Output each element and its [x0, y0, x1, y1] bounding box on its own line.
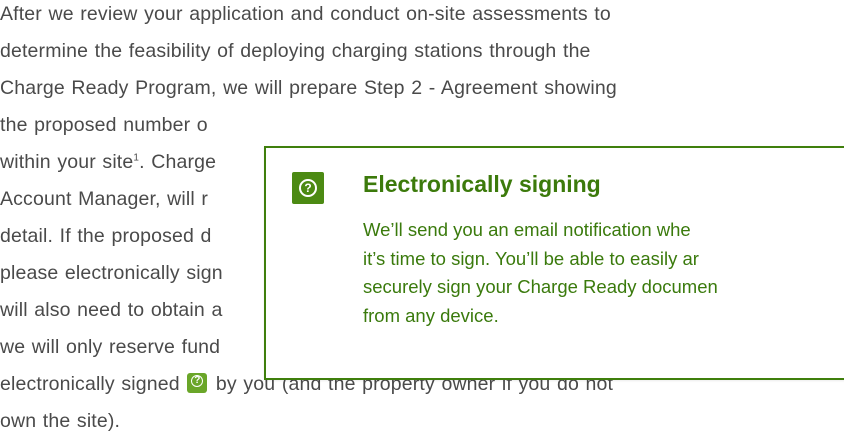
tooltip-line: from any device. [363, 304, 499, 326]
paragraph-line: the proposed number o [0, 114, 208, 136]
tooltip-title: Electronically signing [363, 171, 601, 197]
paragraph-line: After we review your application and con… [0, 3, 611, 25]
question-circle-icon [292, 172, 324, 204]
paragraph-line: determine the feasibility of deploying c… [0, 40, 591, 62]
question-circle-icon[interactable] [187, 373, 208, 393]
tooltip-line: it’s time to sign. You’ll be able to eas… [363, 247, 699, 269]
paragraph-text: . Charge [139, 151, 217, 173]
paragraph-line: Account Manager, will r [0, 188, 209, 210]
paragraph-text: electronically signed [0, 373, 180, 395]
tooltip-body: We’ll send you an email notification whe… [363, 216, 844, 330]
electronic-signing-tooltip: Electronically signing We’ll send you an… [264, 146, 844, 380]
paragraph-line: Charge Ready Program, we will prepare St… [0, 77, 617, 99]
paragraph-line: detail. If the proposed d [0, 225, 212, 247]
paragraph-text: within your site [0, 151, 134, 173]
paragraph-line: own the site). [0, 410, 121, 432]
paragraph-line: within your site1. Charge [0, 148, 216, 177]
paragraph-line: please electronically sign [0, 262, 223, 284]
paragraph-line: we will only reserve fund [0, 336, 221, 358]
paragraph-line: will also need to obtain a [0, 299, 223, 321]
tooltip-line: securely sign your Charge Ready documen [363, 276, 718, 297]
tooltip-line: We’ll send you an email notification whe [363, 219, 691, 240]
